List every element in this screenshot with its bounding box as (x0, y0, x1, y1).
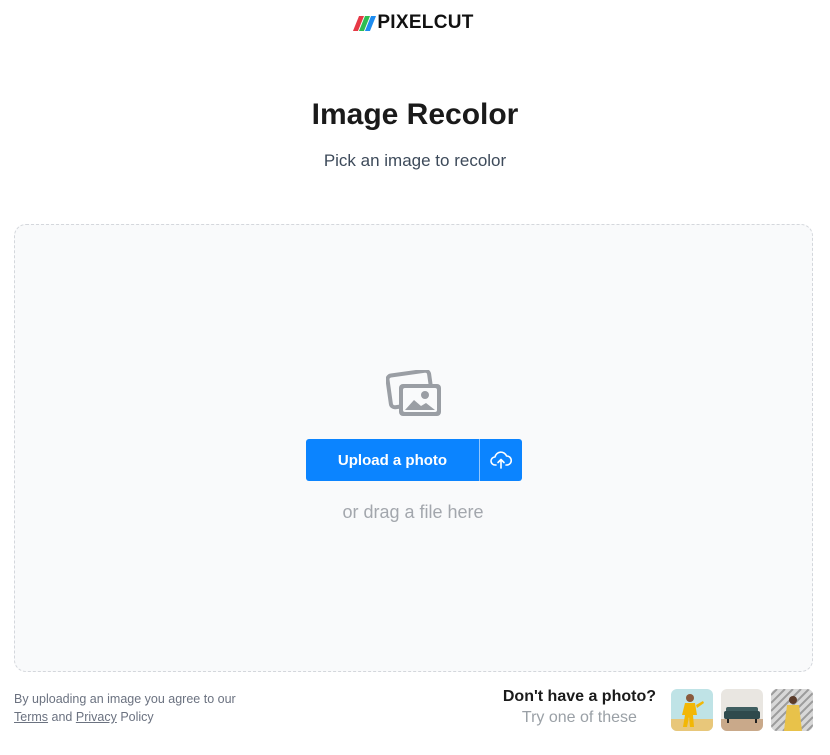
upload-button-group: Upload a photo (306, 439, 522, 481)
terms-prefix: By uploading an image you agree to our (14, 692, 236, 706)
sample-photo-woman-pattern[interactable] (771, 689, 813, 731)
photos-icon (386, 370, 441, 416)
privacy-link[interactable]: Privacy (76, 710, 117, 724)
sample-prompt: Don't have a photo? Try one of these (503, 687, 656, 729)
upload-dropzone[interactable]: Upload a photo or drag a file here (14, 224, 813, 672)
drag-file-hint: or drag a file here (342, 502, 484, 522)
sample-photo-sofa[interactable] (721, 689, 763, 731)
cloud-upload-button[interactable] (479, 439, 522, 481)
upload-photo-button[interactable]: Upload a photo (306, 439, 479, 481)
cloud-upload-icon (490, 451, 512, 469)
page-title: Image Recolor (311, 98, 519, 131)
terms-policy: Policy (120, 710, 154, 724)
pixelcut-logo-mark (353, 15, 377, 31)
sample-prompt-title: Don't have a photo? (502, 688, 656, 705)
sample-prompt-subtitle: Try one of these (521, 709, 637, 726)
pixelcut-logo[interactable]: PIXELCUT (0, 12, 830, 34)
pixelcut-logo-text: PIXELCUT (377, 12, 474, 33)
sample-photos (671, 689, 813, 731)
terms-link[interactable]: Terms (14, 710, 48, 724)
sample-photo-yellow-outfit[interactable] (671, 689, 713, 731)
terms-and: and (51, 710, 73, 724)
terms-notice: By uploading an image you agree to our T… (14, 690, 236, 726)
page-subtitle: Pick an image to recolor (323, 151, 507, 170)
